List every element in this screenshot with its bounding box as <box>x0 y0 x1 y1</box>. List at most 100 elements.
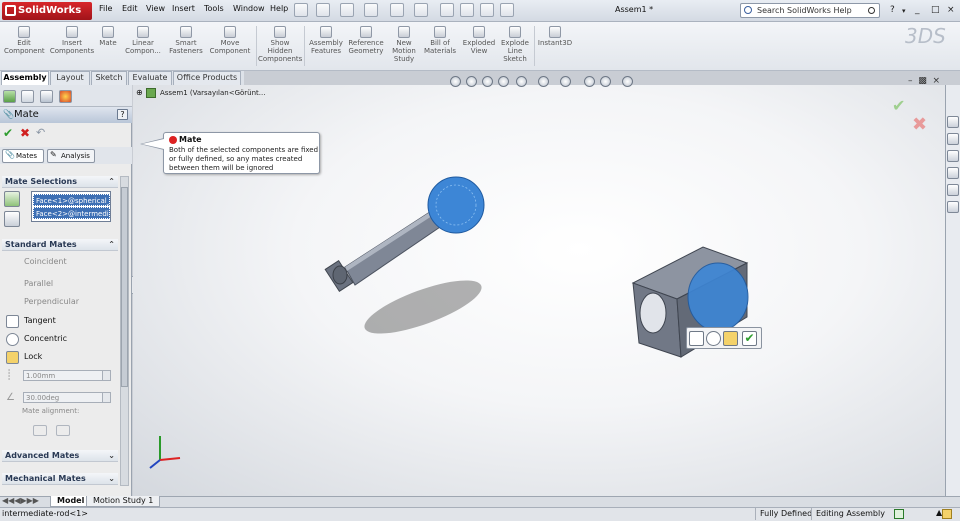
mate-tangent[interactable]: Tangent <box>4 313 56 329</box>
help-icon[interactable] <box>942 509 952 519</box>
tab-office-products[interactable]: Office Products <box>173 71 241 85</box>
display-manager-tab-icon[interactable] <box>59 90 72 103</box>
ok-check-icon[interactable]: ✔ <box>3 126 13 140</box>
search-go-icon[interactable] <box>868 7 875 14</box>
pin-menu-icon[interactable] <box>294 3 308 17</box>
save-icon[interactable] <box>364 3 378 17</box>
mate-lock[interactable]: Lock <box>4 349 42 365</box>
smart-fasteners-button[interactable]: Smart Fasteners <box>166 24 206 55</box>
configuration-manager-tab-icon[interactable] <box>40 90 53 103</box>
angle-spinner[interactable] <box>102 392 111 403</box>
previous-view-icon[interactable] <box>482 76 493 87</box>
linear-pattern-button[interactable]: Linear Compon... <box>122 24 164 55</box>
assembly-features-button[interactable]: Assembly Features <box>306 24 346 55</box>
help-button[interactable]: ? <box>890 5 895 15</box>
expand-icon[interactable]: ⌄ <box>108 473 115 485</box>
design-library-icon[interactable] <box>947 133 959 145</box>
exploded-view-button[interactable]: Exploded View <box>460 24 498 55</box>
reference-geometry-button[interactable]: Reference Geometry <box>346 24 386 55</box>
new-motion-study-button[interactable]: New Motion Study <box>388 24 420 63</box>
pm-help-button[interactable]: ? <box>117 109 128 120</box>
zoom-to-area-icon[interactable] <box>466 76 477 87</box>
aligned-icon[interactable] <box>33 425 47 436</box>
file-properties-icon[interactable] <box>480 3 494 17</box>
insert-components-button[interactable]: Insert Components <box>48 24 96 55</box>
display-style-icon[interactable] <box>538 76 549 87</box>
selection-filter-icon[interactable] <box>4 211 20 227</box>
mate-perpendicular[interactable]: Perpendicular <box>4 294 79 310</box>
tree-root-item[interactable]: Assem1 (Varsayılan<Görünt... <box>160 89 265 97</box>
popup-lock-icon[interactable] <box>723 331 738 346</box>
tab-assembly[interactable]: Assembly <box>1 71 49 85</box>
open-document-icon[interactable] <box>340 3 354 17</box>
selection-item[interactable]: Face<1>@spherical_jo <box>33 194 110 206</box>
mate-button[interactable]: Mate <box>96 24 120 47</box>
resources-icon[interactable] <box>947 116 959 128</box>
confirmation-cancel-icon[interactable]: ✖ <box>912 114 927 135</box>
solidworks-logo[interactable]: SolidWorks <box>2 2 92 20</box>
angle-input[interactable]: 30.00deg <box>23 392 103 403</box>
tab-scroll-arrows[interactable]: ◀◀◀▶▶▶ <box>2 496 39 505</box>
move-component-button[interactable]: Move Component <box>208 24 252 55</box>
tab-sketch[interactable]: Sketch <box>91 71 127 85</box>
collapse-icon[interactable]: ⌃ <box>108 176 115 188</box>
menu-insert[interactable]: Insert <box>172 4 195 13</box>
popup-concentric-icon[interactable] <box>706 331 721 346</box>
explode-line-sketch-button[interactable]: Explode Line Sketch <box>498 24 532 63</box>
view-orientation-icon[interactable] <box>516 76 527 87</box>
popup-ok-icon[interactable]: ✔ <box>742 331 757 346</box>
zoom-to-fit-icon[interactable] <box>450 76 461 87</box>
menu-file[interactable]: File <box>99 4 112 13</box>
mate-selections-header[interactable]: Mate Selections ⌃ <box>2 176 118 188</box>
advanced-mates-header[interactable]: Advanced Mates ⌄ <box>2 450 118 462</box>
rebuild-icon[interactable] <box>460 3 474 17</box>
custom-properties-icon[interactable] <box>947 201 959 213</box>
mate-selections-list[interactable]: Face<1>@spherical_jo Face<2>@intermediat <box>31 191 111 222</box>
mate-parallel[interactable]: Parallel <box>4 276 53 292</box>
view-palette-icon[interactable] <box>947 167 959 179</box>
menu-view[interactable]: View <box>146 4 165 13</box>
viewport-window-controls[interactable]: – ▩ × <box>908 76 940 86</box>
appearances-icon[interactable] <box>947 184 959 196</box>
distance-spinner[interactable] <box>102 370 111 381</box>
mate-concentric[interactable]: Concentric <box>4 331 67 347</box>
file-explorer-icon[interactable] <box>947 150 959 162</box>
quick-tips-icon[interactable] <box>894 509 904 519</box>
section-view-icon[interactable] <box>498 76 509 87</box>
options-icon[interactable] <box>500 3 514 17</box>
standard-mates-header[interactable]: Standard Mates ⌃ <box>2 239 118 251</box>
bill-of-materials-button[interactable]: Bill of Materials <box>422 24 458 55</box>
select-icon[interactable] <box>440 3 454 17</box>
cancel-x-icon[interactable]: ✖ <box>20 126 30 140</box>
tab-layout[interactable]: Layout <box>50 71 90 85</box>
expand-icon[interactable]: ⌄ <box>108 450 115 462</box>
edit-appearance-icon[interactable] <box>584 76 595 87</box>
tab-motion-study[interactable]: Motion Study 1 <box>86 496 161 507</box>
close-button[interactable]: × <box>947 5 955 15</box>
menu-tools[interactable]: Tools <box>204 4 224 13</box>
help-dropdown-icon[interactable]: ▾ <box>902 7 906 15</box>
menu-help[interactable]: Help <box>270 4 288 13</box>
undo-icon[interactable] <box>414 3 428 17</box>
menu-edit[interactable]: Edit <box>122 4 138 13</box>
maximize-button[interactable]: □ <box>931 5 940 15</box>
tab-evaluate[interactable]: Evaluate <box>128 71 172 85</box>
search-input[interactable]: Search SolidWorks Help <box>740 3 880 18</box>
anti-aligned-icon[interactable] <box>56 425 70 436</box>
distance-input[interactable]: 1.00mm <box>23 370 103 381</box>
confirmation-ok-icon[interactable]: ✔ <box>892 96 905 115</box>
popup-tangent-icon[interactable] <box>689 331 704 346</box>
tree-expand-icon[interactable]: ⊕ <box>136 88 143 97</box>
apply-scene-icon[interactable] <box>600 76 611 87</box>
collapse-icon[interactable]: ⌃ <box>108 239 115 251</box>
print-icon[interactable] <box>390 3 404 17</box>
intermediate-rod[interactable] <box>324 176 485 292</box>
minimize-button[interactable]: _ <box>915 5 920 15</box>
edit-component-button[interactable]: Edit Component <box>4 24 45 55</box>
pm-scrollbar-thumb[interactable] <box>121 187 128 387</box>
view-settings-icon[interactable] <box>622 76 633 87</box>
property-manager-tab-icon[interactable] <box>21 90 34 103</box>
undo-mate-icon[interactable]: ↶ <box>36 126 45 139</box>
mate-coincident[interactable]: Coincident <box>4 254 67 270</box>
selection-item[interactable]: Face<2>@intermediat <box>33 207 110 219</box>
